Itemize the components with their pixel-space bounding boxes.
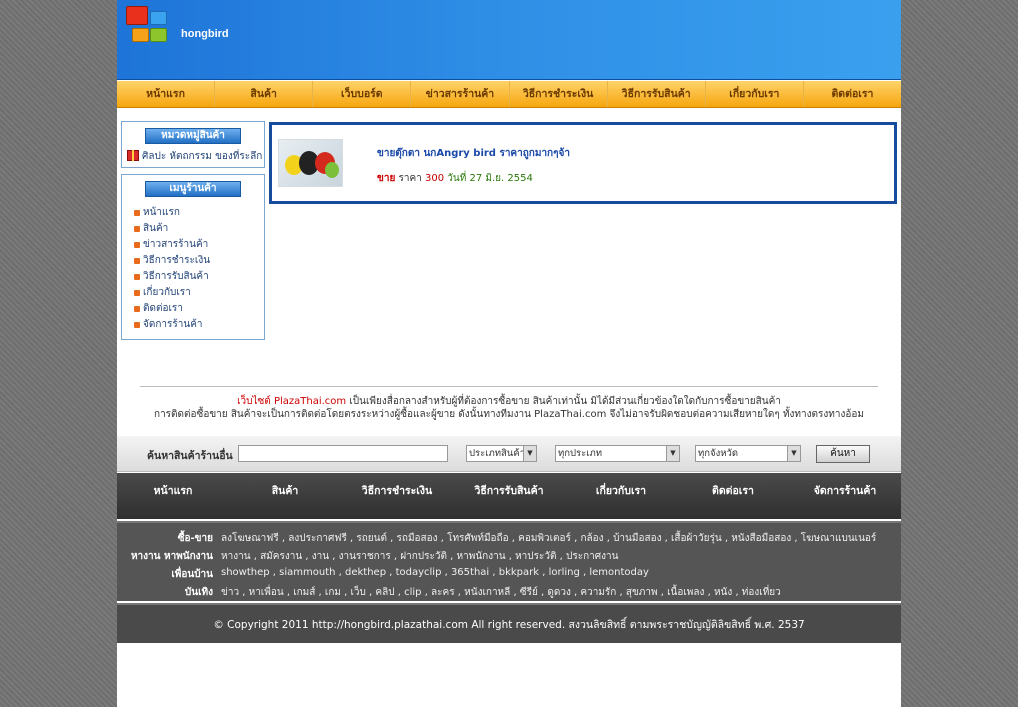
footnav-payment[interactable]: วิธีการชำระเงิน [341,473,453,519]
shop-menu-item-label[interactable]: จัดการร้านค้า [134,319,203,330]
footnav-manage[interactable]: จัดการร้านค้า [789,473,901,519]
product-thumbnail[interactable] [278,139,343,187]
chevron-down-icon[interactable]: ▼ [523,446,536,461]
shop-menu-item-label[interactable]: ติดต่อเรา [134,303,183,314]
link-row-buy-sell: ซื้อ-ขาย ลงโฆษณาฟรี , ลงประกาศฟรี , รถยน… [117,531,901,549]
logo-square-orange [132,28,149,42]
shop-menu-item-label[interactable]: ข่าวสารร้านค้า [134,239,208,250]
shop-menu-item-manage[interactable]: จัดการร้านค้า [122,317,264,333]
link-row-links[interactable]: ลงโฆษณาฟรี , ลงประกาศฟรี , รถยนต์ , รถมื… [221,531,876,546]
bullet-icon [134,258,140,264]
link-row-neighbors: เพื่อนบ้าน showthep , siammouth , dekthe… [117,567,901,585]
footer-navigation: หน้าแรก สินค้า วิธีการชำระเงิน วิธีการรั… [117,473,901,519]
footer-links: ซื้อ-ขาย ลงโฆษณาฟรี , ลงประกาศฟรี , รถยน… [117,521,901,601]
product-listing: ขายตุ๊กตา นกAngry bird ราคาถูกมากๆจ้า ขา… [269,122,897,204]
topnav-about[interactable]: เกี่ยวกับเรา [706,81,804,107]
shop-menu-item-label[interactable]: วิธีการรับสินค้า [134,271,209,282]
product-type: ขาย [377,173,396,184]
shop-menu-item-label[interactable]: วิธีการชำระเงิน [134,255,210,266]
shop-menu-item-delivery[interactable]: วิธีการรับสินค้า [122,269,264,285]
search-input[interactable] [238,445,448,462]
chevron-down-icon[interactable]: ▼ [666,446,679,461]
link-row-links[interactable]: ข่าว , หาเพื่อน , เกมส์ , เกม , เว็บ , ค… [221,585,781,600]
price-label: ราคา [398,173,422,184]
logo-square-blue [150,11,167,25]
shop-menu-item-news[interactable]: ข่าวสารร้านค้า [122,237,264,253]
link-row-entertainment: บันเทิง ข่าว , หาเพื่อน , เกมส์ , เกม , … [117,585,901,603]
search-bar: ค้นหาสินค้าร้านอื่น ประเภทสินค้า ▼ ทุกปร… [117,436,901,472]
topnav-delivery[interactable]: วิธีการรับสินค้า [608,81,706,107]
bullet-icon [134,242,140,248]
link-row-jobs: หางาน หาพนักงาน หางาน , สมัครงาน , งาน ,… [117,549,901,567]
topnav-contact[interactable]: ติดต่อเรา [804,81,901,107]
product-title-link[interactable]: ขายตุ๊กตา นกAngry bird ราคาถูกมากๆจ้า [377,146,570,161]
topnav-webboard[interactable]: เว็บบอร์ด [313,81,412,107]
shop-menu-item-about[interactable]: เกี่ยวกับเรา [122,285,264,301]
product-price: 300 [424,173,445,184]
green-pig-icon [325,162,339,178]
logo-square-red [126,6,148,25]
province-select-value: ทุกจังหวัด [698,448,738,459]
topnav-news[interactable]: ข่าวสารร้านค้า [411,81,510,107]
footnav-about[interactable]: เกี่ยวกับเรา [565,473,677,519]
link-row-label: บันเทิง [184,587,213,598]
category-item-label[interactable]: ศิลปะ หัตถกรรม ของที่ระลึก [142,151,262,162]
category-select[interactable]: ทุกประเภท ▼ [555,445,680,462]
search-label: ค้นหาสินค้าร้านอื่น [147,450,233,462]
copyright-notice: © Copyright 2011 http://hongbird.plazath… [117,603,901,643]
footnav-home[interactable]: หน้าแรก [117,473,229,519]
shop-menu-list: หน้าแรก สินค้า ข่าวสารร้านค้า วิธีการชำร… [122,205,264,333]
category-select-value: ทุกประเภท [558,448,603,459]
disclaimer-line-1-text: เป็นเพียงสื่อกลางสำหรับผู้ที่ต้องการซื้อ… [349,396,781,407]
topnav-home[interactable]: หน้าแรก [117,81,216,107]
shop-menu-item-payment[interactable]: วิธีการชำระเงิน [122,253,264,269]
province-select[interactable]: ทุกจังหวัด ▼ [695,445,801,462]
gift-icon [127,150,139,161]
shop-menu-item-home[interactable]: หน้าแรก [122,205,264,221]
footnav-delivery[interactable]: วิธีการรับสินค้า [453,473,565,519]
footnav-contact[interactable]: ติดต่อเรา [677,473,789,519]
link-row-links[interactable]: showthep , siammouth , dekthep , todaycl… [221,567,649,578]
shop-menu-title: เมนูร้านค้า [145,181,241,197]
top-navigation: หน้าแรก สินค้า เว็บบอร์ด ข่าวสารร้านค้า … [117,81,901,108]
footnav-products[interactable]: สินค้า [229,473,341,519]
bullet-icon [134,226,140,232]
search-button[interactable]: ค้นหา [816,445,870,463]
link-row-label: เพื่อนบ้าน [171,569,213,580]
bullet-icon [134,274,140,280]
category-box: หมวดหมู่สินค้า ศิลปะ หัตถกรรม ของที่ระลึ… [121,121,265,168]
link-row-label: ซื้อ-ขาย [177,533,213,544]
page-container: hongbird หน้าแรก สินค้า เว็บบอร์ด ข่าวสา… [117,0,901,707]
bullet-icon [134,306,140,312]
topnav-products[interactable]: สินค้า [215,81,314,107]
bullet-icon [134,290,140,296]
link-row-label: หางาน หาพนักงาน [130,551,213,562]
bullet-icon [134,210,140,216]
shop-menu-item-products[interactable]: สินค้า [122,221,264,237]
category-box-title: หมวดหมู่สินค้า [145,128,241,144]
product-type-select[interactable]: ประเภทสินค้า ▼ [466,445,537,462]
product-meta: ขาย ราคา 300 วันที่ 27 มิ.ย. 2554 [377,171,533,186]
category-item[interactable]: ศิลปะ หัตถกรรม ของที่ระลึก [122,149,264,164]
shop-menu-item-contact[interactable]: ติดต่อเรา [122,301,264,317]
bullet-icon [134,322,140,328]
shop-menu-box: เมนูร้านค้า หน้าแรก สินค้า ข่าวสารร้านค้… [121,174,265,340]
disclaimer-line-2: การติดต่อซื้อขาย สินค้าจะเป็นการติดต่อโด… [154,409,864,420]
product-date: วันที่ 27 มิ.ย. 2554 [447,173,533,184]
logo-square-green [150,28,167,42]
divider [140,386,878,387]
link-row-links[interactable]: หางาน , สมัครงาน , งาน , งานราชการ , ฝาก… [221,549,618,564]
site-name[interactable]: hongbird [181,28,229,40]
chevron-down-icon[interactable]: ▼ [787,446,800,461]
disclaimer-site-ref: เว็บไซต์ PlazaThai.com [237,396,347,407]
shop-menu-item-label[interactable]: เกี่ยวกับเรา [134,287,191,298]
site-header: hongbird [117,0,901,80]
shop-menu-item-label[interactable]: หน้าแรก [134,207,180,218]
topnav-payment[interactable]: วิธีการชำระเงิน [510,81,608,107]
product-type-select-value: ประเภทสินค้า [469,448,525,459]
